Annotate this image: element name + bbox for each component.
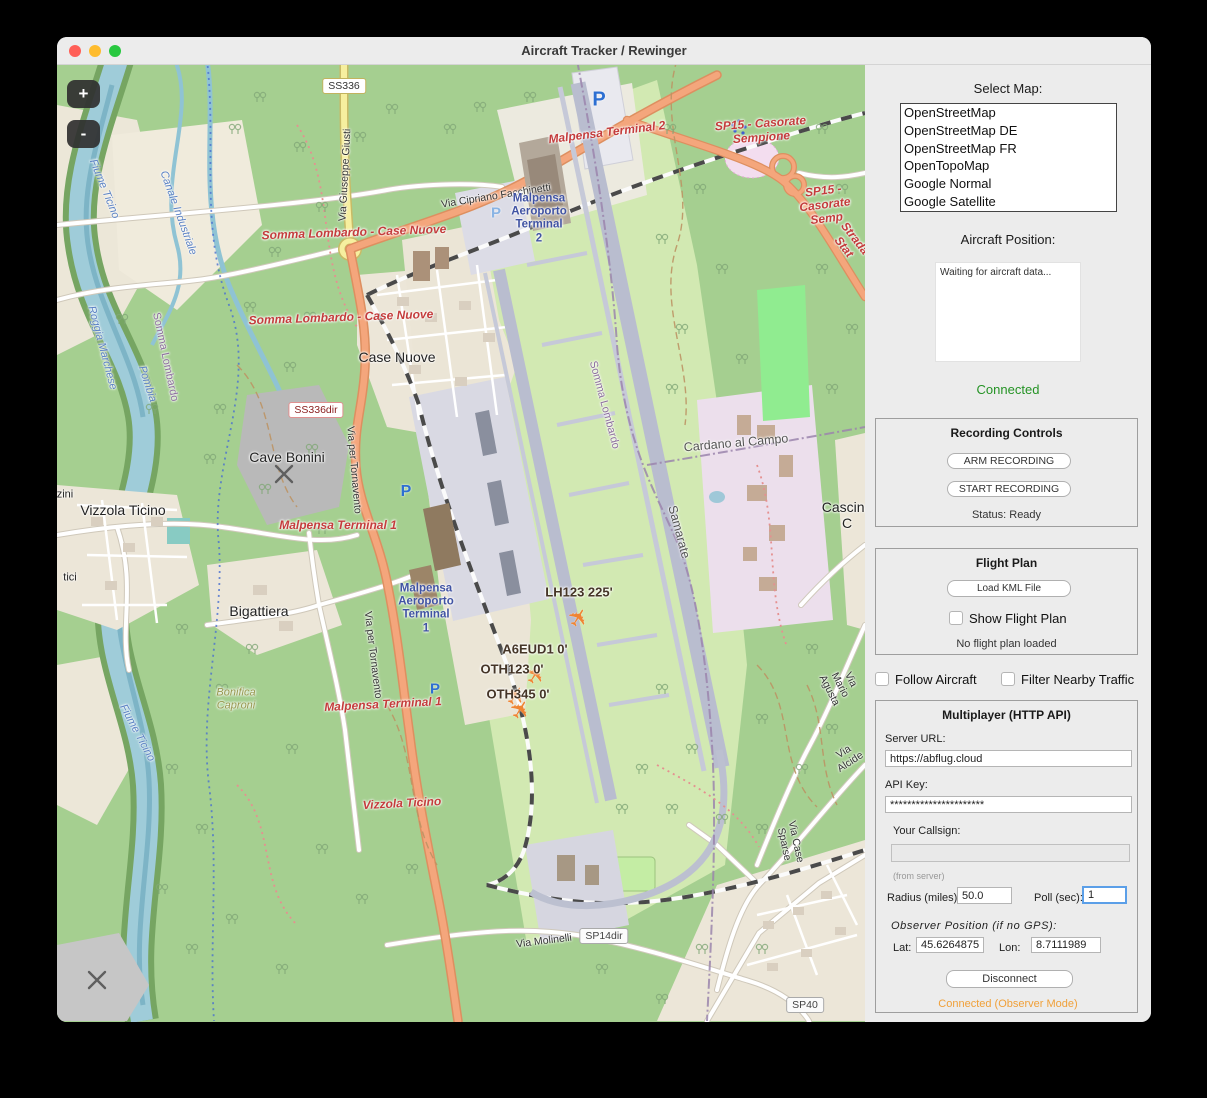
titlebar: Aircraft Tracker / Rewinger — [57, 37, 1151, 65]
lon-label: Lon: — [999, 942, 1020, 954]
map-option[interactable]: OpenStreetMap FR — [901, 140, 1116, 158]
aircraft-position-box: Waiting for aircraft data... — [935, 262, 1081, 362]
load-kml-button[interactable]: Load KML File — [947, 580, 1071, 597]
api-key-label: API Key: — [885, 779, 928, 791]
map-option[interactable]: OpenTopoMap — [901, 157, 1116, 175]
map-option[interactable]: Google Normal — [901, 175, 1116, 193]
map-option[interactable]: Google Satellite — [901, 193, 1116, 211]
aircraft-label: LH123 225' — [545, 585, 612, 600]
radius-input[interactable] — [957, 887, 1012, 904]
flight-plan-status: No flight plan loaded — [876, 638, 1137, 650]
minimize-button[interactable] — [89, 45, 101, 57]
follow-aircraft-checkbox[interactable] — [875, 672, 889, 686]
aircraft-label: OTH345 0' — [486, 687, 549, 702]
map-zoom-out-button[interactable]: - — [67, 120, 100, 148]
server-url-label: Server URL: — [885, 733, 946, 745]
callsign-label: Your Callsign: — [893, 825, 960, 837]
maximize-button[interactable] — [109, 45, 121, 57]
window-title: Aircraft Tracker / Rewinger — [57, 37, 1151, 65]
map-option[interactable]: OpenStreetMap DE — [901, 122, 1116, 140]
map-source-list[interactable]: OpenStreetMapOpenStreetMap DEOpenStreetM… — [900, 103, 1117, 212]
flight-plan-group: Flight Plan Load KML File Show Flight Pl… — [875, 548, 1138, 655]
disconnect-button[interactable]: Disconnect — [946, 970, 1073, 988]
map-canvas[interactable]: PPPP SS336Via Giuseppe GiustiMalpensa Te… — [57, 65, 865, 1022]
recording-controls-group: Recording Controls ARM RECORDING START R… — [875, 418, 1138, 527]
filter-traffic-checkbox[interactable] — [1001, 672, 1015, 686]
api-key-input[interactable] — [885, 796, 1132, 813]
follow-aircraft-label: Follow Aircraft — [895, 672, 977, 687]
show-flight-plan-checkbox[interactable] — [949, 611, 963, 625]
poll-input[interactable] — [1082, 886, 1127, 904]
aircraft-label: A6EUD1 0' — [502, 642, 567, 657]
filter-traffic-label: Filter Nearby Traffic — [1021, 672, 1134, 687]
map-option[interactable]: OpenStreetMap — [901, 104, 1116, 122]
map-zoom-in-button[interactable]: + — [67, 80, 100, 108]
callsign-input[interactable] — [891, 844, 1130, 862]
lat-label: Lat: — [893, 942, 911, 954]
multiplayer-group: Multiplayer (HTTP API) Server URL: API K… — [875, 700, 1138, 1013]
connection-status: Connected — [865, 382, 1151, 397]
server-url-input[interactable] — [885, 750, 1132, 767]
app-window: Aircraft Tracker / Rewinger — [57, 37, 1151, 1022]
callsign-hint: (from server) — [893, 871, 945, 881]
start-recording-button[interactable]: START RECORDING — [947, 481, 1071, 497]
aircraft-position-label: Aircraft Position: — [865, 232, 1151, 247]
multiplayer-status: Connected (Observer Mode) — [865, 998, 1151, 1010]
control-panel: Select Map: OpenStreetMapOpenStreetMap D… — [865, 65, 1151, 1022]
aircraft-label: OTH123 0' — [480, 662, 543, 677]
observer-position-label: Observer Position (if no GPS): — [891, 920, 1057, 932]
radius-label: Radius (miles): — [887, 892, 960, 904]
lat-input[interactable] — [916, 937, 984, 953]
show-flight-plan-label: Show Flight Plan — [969, 611, 1067, 626]
poll-label: Poll (sec): — [1034, 892, 1083, 904]
recording-status: Status: Ready — [876, 509, 1137, 521]
arm-recording-button[interactable]: ARM RECORDING — [947, 453, 1071, 469]
recording-controls-title: Recording Controls — [876, 426, 1137, 440]
flight-plan-title: Flight Plan — [876, 556, 1137, 570]
map-basemap — [57, 65, 865, 1022]
select-map-label: Select Map: — [865, 81, 1151, 96]
close-button[interactable] — [69, 45, 81, 57]
lon-input[interactable] — [1031, 937, 1101, 953]
multiplayer-title: Multiplayer (HTTP API) — [876, 708, 1137, 722]
